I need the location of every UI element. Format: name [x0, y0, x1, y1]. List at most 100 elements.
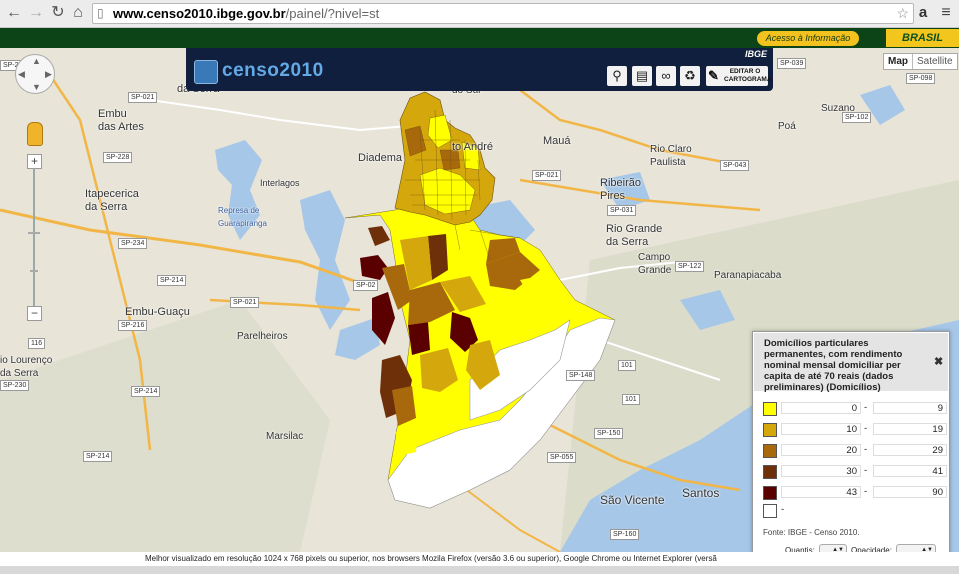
legend-source: Fonte: IBGE - Censo 2010. — [763, 528, 860, 537]
road-shield: SP-102 — [842, 112, 872, 123]
road-shield: SP-214 — [131, 386, 161, 397]
road-shield: SP-02 — [353, 280, 379, 291]
label-ribeirao-pires: Ribeirão Pires — [600, 177, 641, 202]
label-santos: Santos — [682, 486, 720, 500]
browser-toolbar: ← → ↻ ⌂ ▯ www.censo2010.ibge.gov.br/pain… — [0, 0, 959, 28]
pan-down-icon[interactable]: ▼ — [32, 82, 41, 92]
censo-logo-icon — [194, 60, 218, 84]
label-campo-grande: Campo Grande — [638, 252, 672, 276]
label-rio-grande-da-serra: Rio Grande da Serra — [606, 223, 663, 248]
road-shield: SP-055 — [547, 452, 577, 463]
zoom-slider-track[interactable] — [33, 168, 35, 306]
road-shield: SP-148 — [566, 370, 596, 381]
bookmark-star-icon[interactable]: ☆ — [896, 4, 909, 23]
censo-logo-text: censo2010 — [222, 60, 324, 81]
zoom-out-button[interactable]: − — [27, 306, 42, 321]
map-type-satellite-button[interactable]: Satellite — [912, 54, 957, 69]
zoom-in-button[interactable]: + — [27, 154, 42, 169]
label-poa: Poá — [778, 121, 796, 132]
url-path: /painel/?nivel=st — [285, 6, 380, 21]
pan-right-icon[interactable]: ▶ — [45, 69, 52, 80]
legend-title: Domicílios particulares permanentes, com… — [764, 338, 903, 393]
ibge-logo: IBGE — [744, 49, 767, 59]
legend-lower-bound[interactable]: 30 — [781, 465, 861, 477]
pan-up-icon[interactable]: ▲ — [32, 56, 41, 66]
road-shield: SP-230 — [0, 380, 30, 391]
pan-control[interactable]: ▲ ▼ ◀ ▶ — [15, 54, 55, 94]
map-print-icon[interactable]: ▤ — [632, 66, 652, 86]
legend-swatch — [763, 423, 777, 437]
label-paranapiacaba: Paranapiacaba — [714, 270, 782, 281]
legend-upper-bound[interactable]: 9 — [873, 402, 947, 414]
editar-cartograma-button[interactable]: ✎ EDITAR O CARTOGRAMA — [706, 66, 772, 86]
censo-toolbar-panel: censo2010 IBGE ⚲ ▤ ∞ ♻ ✎ EDITAR O CARTOGR… — [186, 48, 773, 91]
legend-lower-bound[interactable]: 20 — [781, 444, 861, 456]
legend-lower-bound[interactable]: 43 — [781, 486, 861, 498]
footer-text: Melhor visualizado em resolução 1024 x 7… — [145, 554, 717, 563]
editar-label-2: CARTOGRAMA — [724, 76, 772, 83]
legend-upper-bound[interactable]: 29 — [873, 444, 947, 456]
address-bar[interactable]: ▯ www.censo2010.ibge.gov.br/painel/?nive… — [92, 3, 914, 24]
road-shield: SP-228 — [103, 152, 133, 163]
label-santo-andre: to André — [452, 141, 493, 153]
label-marsilac: Marsilac — [266, 431, 304, 442]
zoom-slider-tick — [30, 270, 38, 272]
legend-upper-bound[interactable]: 19 — [873, 423, 947, 435]
brasil-link[interactable]: BRASIL — [886, 29, 959, 47]
legend-upper-bound[interactable]: 90 — [873, 486, 947, 498]
map-type-map-button[interactable]: Map — [884, 54, 912, 69]
wrench-icon: ✎ — [708, 68, 719, 83]
legend-no-data-label: - — [781, 504, 785, 515]
label-sao-vicente: São Vicente — [600, 493, 665, 507]
menu-icon[interactable]: ≡ — [938, 4, 954, 22]
label-embu-das-artes: Embu das Artes — [98, 108, 144, 133]
binoculars-icon[interactable]: ⚲ — [607, 66, 627, 86]
horizontal-scrollbar[interactable] — [0, 566, 959, 574]
road-shield: SP-150 — [594, 428, 624, 439]
recycle-icon[interactable]: ♻ — [680, 66, 700, 86]
label-sao-lourenco: io Lourenço da Serra — [0, 355, 53, 379]
map-type-control[interactable]: Map Satellite — [883, 53, 958, 70]
legend-upper-bound[interactable]: 41 — [873, 465, 947, 477]
road-shield: SP-043 — [720, 160, 750, 171]
close-icon[interactable]: ✖ — [934, 355, 943, 368]
legend-lower-bound[interactable]: 0 — [781, 402, 861, 414]
reload-icon[interactable]: ↻ — [48, 3, 68, 23]
road-shield: SP-039 — [777, 58, 807, 69]
label-itapecerica: Itapecerica da Serra — [85, 188, 139, 213]
home-icon[interactable]: ⌂ — [68, 3, 88, 23]
legend-panel: Domicílios particulares permanentes, com… — [752, 331, 950, 570]
road-shield: SP-122 — [675, 261, 705, 272]
street-view-pegman-icon[interactable] — [27, 122, 43, 146]
pan-left-icon[interactable]: ◀ — [18, 69, 25, 80]
legend-swatch — [763, 465, 777, 479]
legend-swatch — [763, 444, 777, 458]
road-shield: SP-098 — [906, 73, 936, 84]
legend-lower-bound[interactable]: 10 — [781, 423, 861, 435]
page-icon: ▯ — [97, 6, 104, 20]
road-shield: SP-234 — [118, 238, 148, 249]
road-shield: SP-021 — [128, 92, 158, 103]
road-shield: SP-021 — [532, 170, 562, 181]
back-icon[interactable]: ← — [4, 3, 24, 23]
label-embu-guacu: Embu-Guaçu — [125, 306, 190, 318]
editar-label-1: EDITAR O — [729, 68, 761, 75]
zoom-slider-handle[interactable] — [28, 232, 40, 234]
url-host: www.censo2010.ibge.gov.br — [113, 6, 286, 21]
road-shield: SP-021 — [230, 297, 260, 308]
footer-bar: Melhor visualizado em resolução 1024 x 7… — [0, 552, 959, 566]
link-icon[interactable]: ∞ — [656, 66, 676, 86]
acesso-informacao-link[interactable]: Acesso à Informação — [757, 31, 859, 46]
road-shield: 116 — [28, 338, 46, 349]
road-shield: 101 — [622, 394, 640, 405]
label-parelheiros: Parelheiros — [237, 331, 288, 342]
road-shield: SP-031 — [607, 205, 637, 216]
forward-icon[interactable]: → — [26, 3, 46, 23]
road-shield: SP-214 — [83, 451, 113, 462]
amazon-extension-icon[interactable]: a — [914, 4, 932, 22]
road-shield: 101 — [618, 360, 636, 371]
label-represa: Represa de Guarapiranga — [218, 206, 267, 228]
label-rio-claro: Rio Claro Paulista — [650, 144, 692, 168]
label-interlagos: Interlagos — [260, 178, 300, 188]
legend-swatch-no-data — [763, 504, 777, 518]
